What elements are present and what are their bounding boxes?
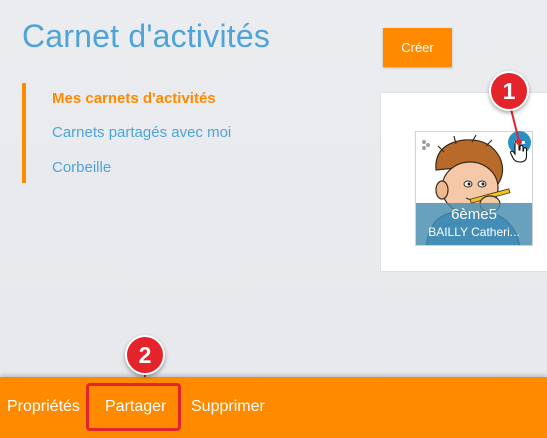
callout-badge-2: 2: [125, 335, 165, 375]
delete-button[interactable]: Supprimer: [191, 398, 265, 416]
properties-button[interactable]: Propriétés: [7, 398, 80, 416]
callout-pointer-lines: [142, 100, 522, 387]
action-bar: Propriétés Partager Supprimer: [0, 377, 547, 438]
callout-badge-1: 1: [489, 71, 529, 111]
share-highlight-box: [86, 383, 181, 431]
